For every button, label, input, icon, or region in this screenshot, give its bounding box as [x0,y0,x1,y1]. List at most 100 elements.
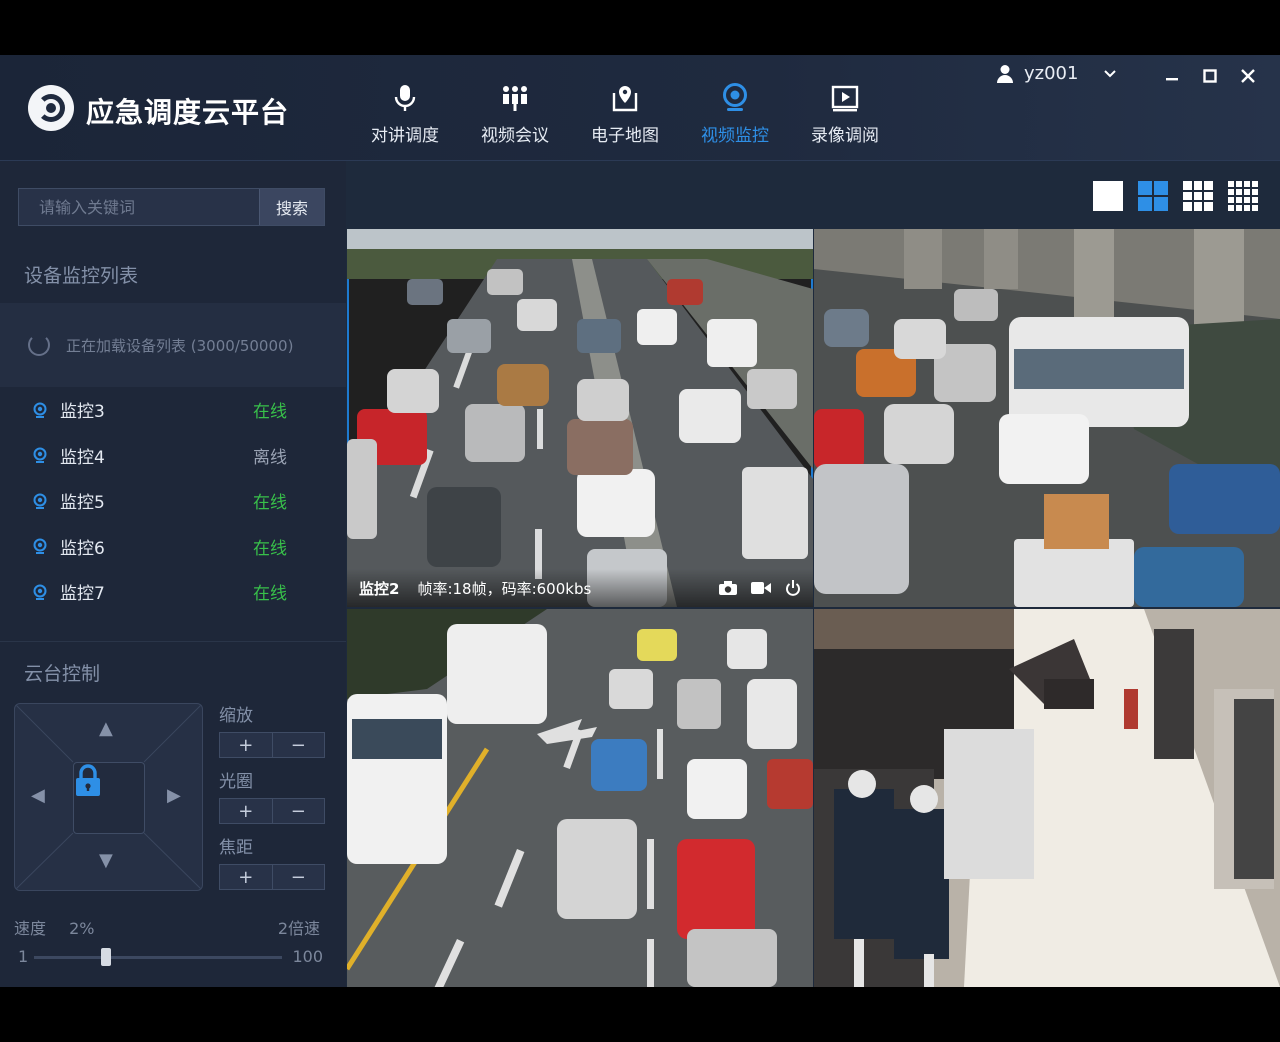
focus-near-button[interactable]: + [220,865,273,889]
slider-max-label: 100 [292,947,323,966]
layout-2x2-button[interactable] [1138,181,1168,211]
logo-icon [28,85,74,131]
device-status: 在线 [253,584,287,605]
header-bar: 应急调度云平台 对讲调度 视频会议 电子地图 视频监控 录像调阅 yz001 [0,55,1280,161]
chevron-down-icon[interactable] [1104,69,1117,78]
camera-icon [33,447,47,464]
search-box: 搜索 [18,188,325,226]
close-icon[interactable] [1236,65,1260,87]
device-list-title: 设备监控列表 [24,265,139,287]
video-tile-3[interactable] [347,609,813,987]
layout-1x1-button[interactable] [1093,181,1123,211]
focus-label: 焦距 [219,838,253,858]
video-stream-info: 帧率:18帧，码率:600kbs [417,579,592,598]
video-overlay: 监控2 帧率:18帧，码率:600kbs [347,569,813,607]
device-list: 监控3 在线 监控4 离线 监控5 在线 监控6 在线 监控7 在线 [0,387,346,615]
play-box-icon [790,81,900,115]
focus-far-button[interactable]: − [272,865,324,889]
app-title: 应急调度云平台 [86,96,290,129]
main-nav: 对讲调度 视频会议 电子地图 视频监控 录像调阅 [350,81,900,151]
microphone-icon [350,81,460,115]
layout-4x4-button[interactable] [1228,181,1258,211]
power-icon[interactable] [785,580,801,596]
device-status: 在线 [253,538,287,559]
video-area: 监控2 帧率:18帧，码率:600kbs [346,161,1280,987]
search-button[interactable]: 搜索 [259,189,324,225]
nav-item-video-monitor[interactable]: 视频监控 [680,81,790,151]
arrow-up-icon[interactable]: ▲ [99,718,113,739]
nav-label: 对讲调度 [371,126,439,146]
device-row[interactable]: 监控7 在线 [0,569,346,615]
focus-control: 焦距 + − [219,833,325,890]
record-icon[interactable] [751,581,771,595]
map-pin-icon [570,81,680,115]
iris-open-button[interactable]: + [220,799,273,823]
user-menu[interactable]: yz001 [996,63,1117,84]
speed-slider[interactable]: 1 100 [18,947,323,967]
divider [0,641,346,642]
ptz-lock-button[interactable] [73,762,145,834]
slider-min-label: 1 [18,947,29,966]
video-camera-name: 监控2 [359,579,400,598]
device-name: 监控7 [60,584,105,605]
ptz-title: 云台控制 [24,663,101,685]
nav-label: 视频监控 [701,126,769,146]
camera-icon [33,493,47,509]
device-row[interactable]: 监控5 在线 [0,478,346,524]
nav-label: 录像调阅 [811,126,879,146]
iris-control: 光圈 + − [219,767,325,824]
device-row[interactable]: 监控6 在线 [0,524,346,570]
maximize-icon[interactable] [1198,65,1222,87]
video-feed-overpass [814,229,1280,607]
zoom-control: 缩放 + − [219,701,325,758]
camera-icon [33,538,47,555]
device-status: 离线 [253,447,287,468]
loading-text: 正在加载设备列表 (3000/50000) [66,336,294,355]
loading-indicator: 正在加载设备列表 (3000/50000) [0,303,346,387]
speed-label: 速度 [14,919,47,938]
sidebar: 搜索 设备监控列表 正在加载设备列表 (3000/50000) 监控3 在线 监… [0,161,346,987]
zoom-in-button[interactable]: + [220,733,273,757]
video-feed-store [814,609,1280,987]
username: yz001 [1024,63,1079,84]
speed-value: 2% [69,919,95,938]
lock-icon [76,764,100,796]
minimize-icon[interactable] [1160,65,1184,87]
speed-multiplier: 2倍速 [277,919,320,938]
meeting-icon [460,81,570,115]
video-feed-highway [347,229,813,607]
spinner-icon [28,334,50,356]
ptz-joystick: ▲ ▼ ◀ ▶ [14,703,203,891]
device-name: 监控4 [60,447,105,468]
camera-icon [680,81,790,115]
video-tile-2[interactable] [814,229,1280,607]
nav-item-talk-dispatch[interactable]: 对讲调度 [350,81,460,151]
device-row[interactable]: 监控3 在线 [0,387,346,433]
speed-row: 速度 2% 2倍速 [14,915,320,939]
nav-item-recording-review[interactable]: 录像调阅 [790,81,900,151]
device-row[interactable]: 监控4 离线 [0,433,346,479]
nav-item-e-map[interactable]: 电子地图 [570,81,680,151]
video-tile-1[interactable]: 监控2 帧率:18帧，码率:600kbs [347,229,813,607]
snapshot-icon[interactable] [719,581,737,595]
device-name: 监控5 [60,493,105,514]
app-window: 应急调度云平台 对讲调度 视频会议 电子地图 视频监控 录像调阅 yz001 请… [0,55,1280,987]
video-tile-4[interactable] [814,609,1280,987]
zoom-out-button[interactable]: − [272,733,324,757]
device-name: 监控6 [60,538,105,559]
camera-icon [33,584,47,600]
layout-3x3-button[interactable] [1183,181,1213,211]
device-name: 监控3 [60,402,105,423]
nav-label: 视频会议 [481,126,549,146]
iris-close-button[interactable]: − [272,799,324,823]
slider-track[interactable] [34,956,282,959]
window-controls [1160,65,1260,87]
search-input[interactable] [19,189,259,225]
nav-item-video-meeting[interactable]: 视频会议 [460,81,570,151]
slider-thumb[interactable] [100,948,111,966]
zoom-label: 缩放 [219,706,253,726]
arrow-left-icon[interactable]: ◀ [31,785,45,806]
device-status: 在线 [253,493,287,514]
arrow-right-icon[interactable]: ▶ [167,785,181,806]
arrow-down-icon[interactable]: ▼ [99,850,113,871]
